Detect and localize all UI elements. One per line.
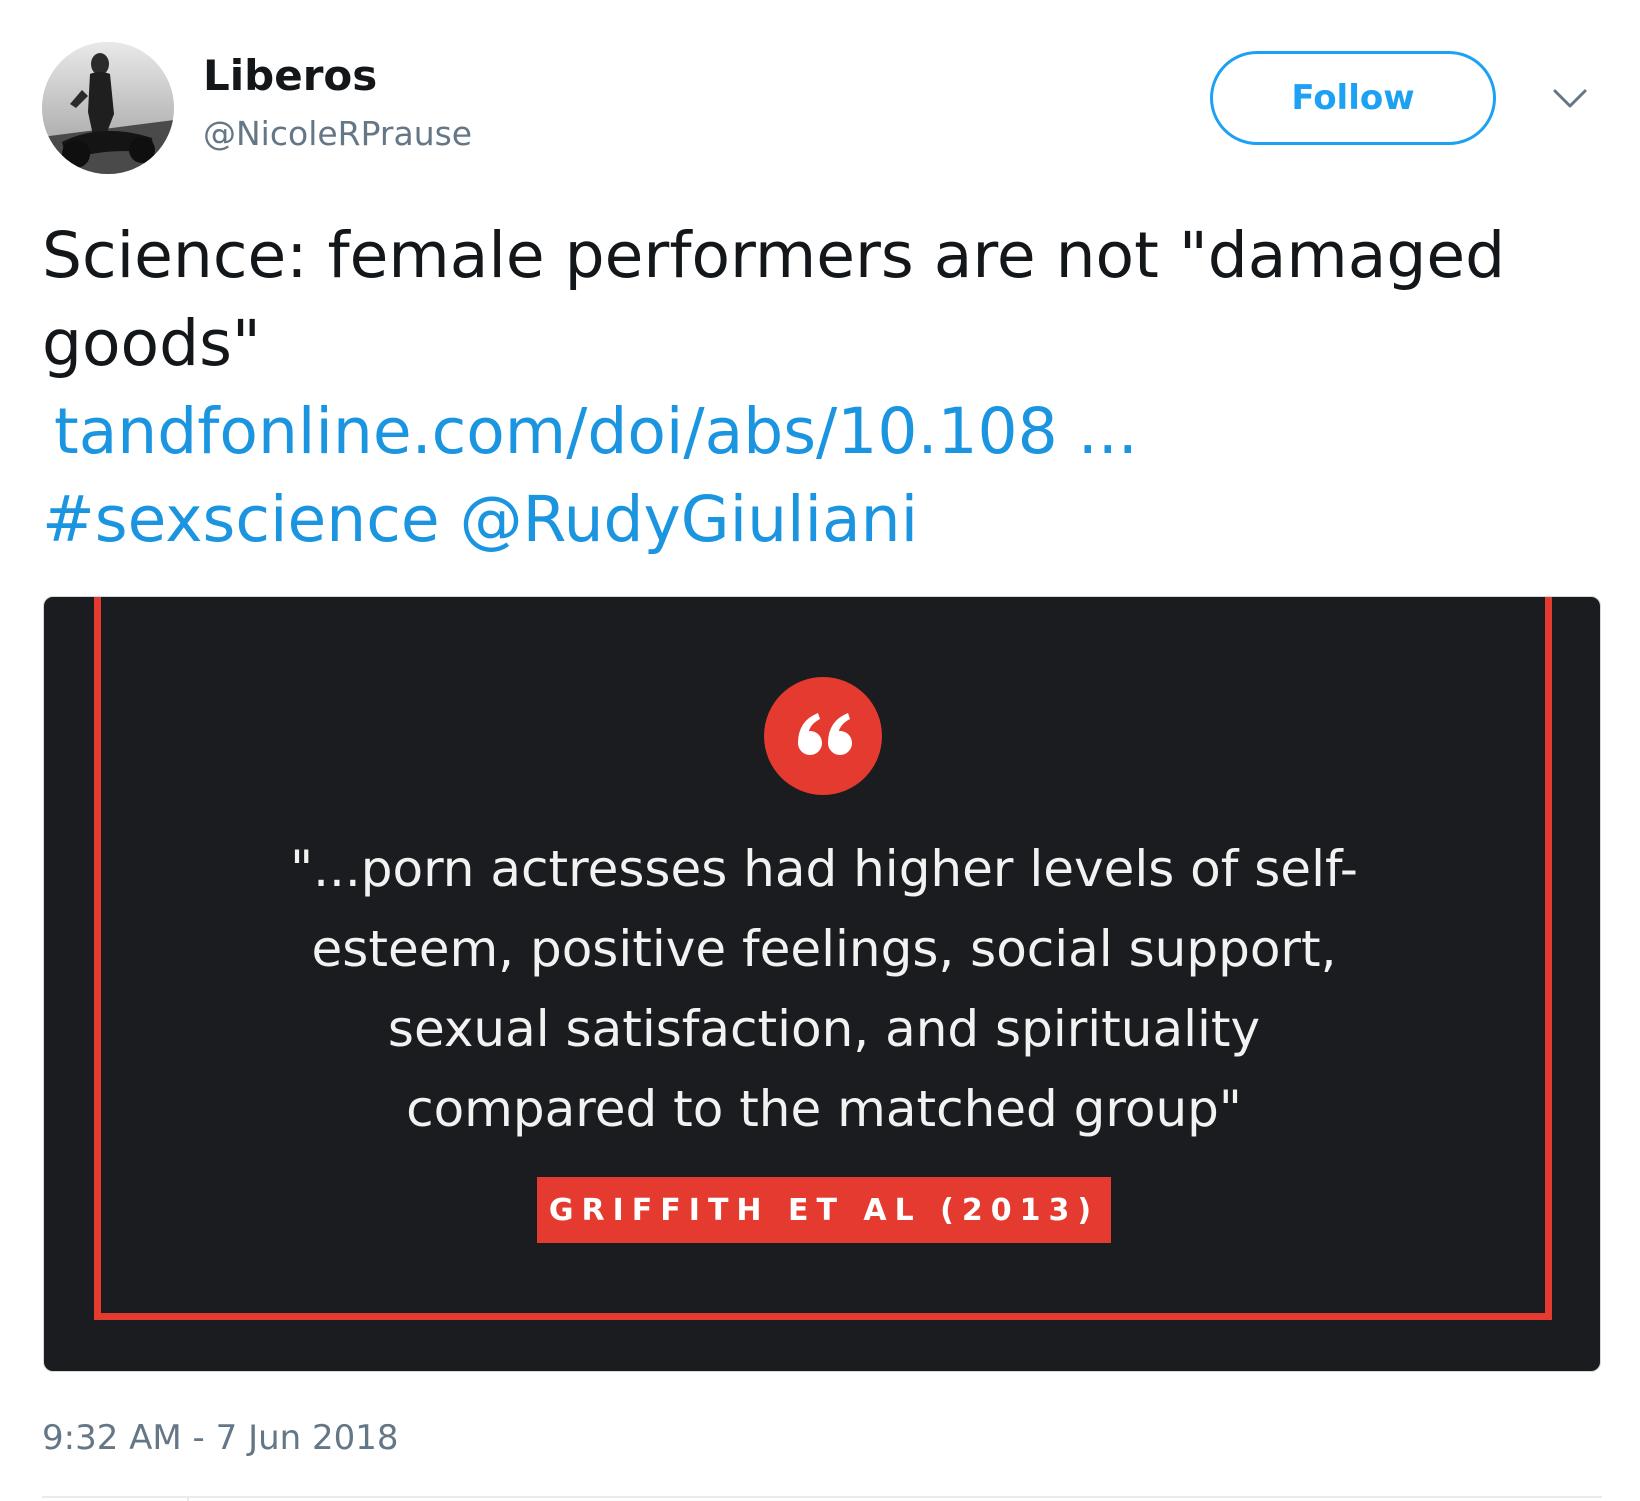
follow-button[interactable]: Follow: [1210, 51, 1496, 145]
tweet-text-line: goods": [42, 307, 261, 380]
tweet-text-line: Science: female performers are not "dama…: [42, 219, 1506, 292]
quote-line: compared to the matched group": [406, 1080, 1242, 1138]
profile-photo: [42, 42, 174, 174]
divider: [42, 1496, 1602, 1498]
citation-label: GRIFFITH ET AL (2013): [537, 1177, 1111, 1243]
divider-tick: [187, 1496, 189, 1501]
tweet-text: Science: female performers are not "dama…: [42, 212, 1602, 564]
quote-text: "...porn actresses had higher levels of …: [224, 829, 1424, 1149]
timestamp[interactable]: 9:32 AM - 7 Jun 2018: [42, 1416, 399, 1460]
quote-line: sexual satisfaction, and spirituality: [387, 1000, 1261, 1058]
chevron-down-icon[interactable]: [1552, 88, 1588, 110]
quote-marks-icon: [764, 677, 882, 795]
article-link[interactable]: tandfonline.com/doi/abs/10.108 ...: [54, 395, 1138, 468]
quote-line: esteem, positive feelings, social suppor…: [311, 920, 1337, 978]
media-image[interactable]: "...porn actresses had higher levels of …: [43, 596, 1601, 1372]
quote-line: "...porn actresses had higher levels of …: [290, 840, 1358, 898]
mention-link[interactable]: @RudyGiuliani: [460, 483, 918, 556]
display-name[interactable]: Liberos: [203, 48, 377, 104]
user-handle[interactable]: @NicoleRPrause: [203, 112, 472, 156]
hashtag-link[interactable]: #sexscience: [42, 483, 440, 556]
avatar[interactable]: [42, 42, 174, 174]
